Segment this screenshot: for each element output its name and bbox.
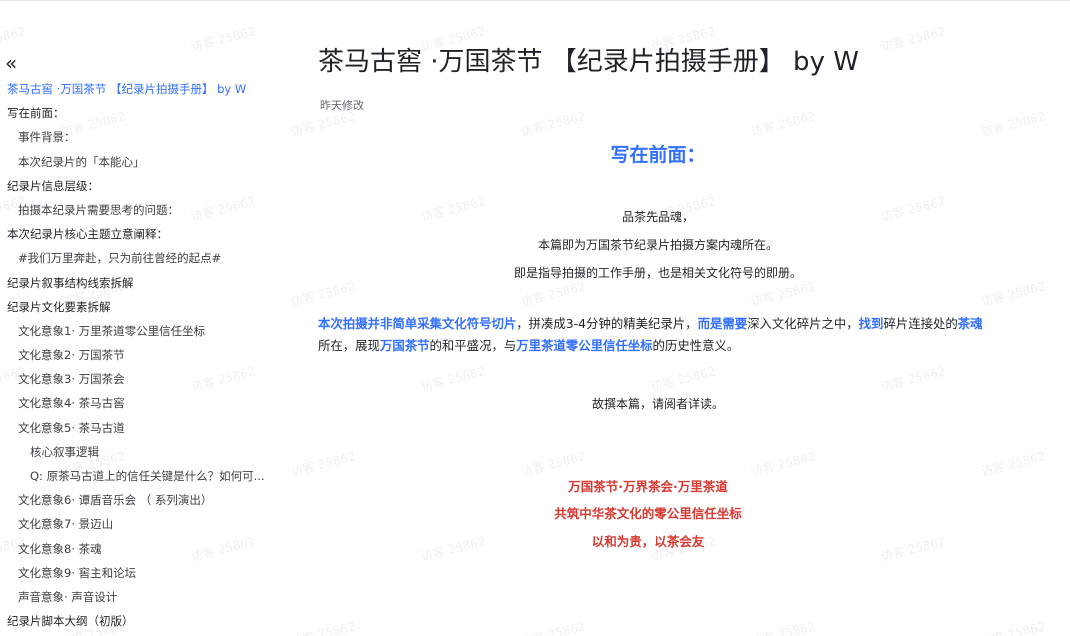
highlighted-text: 找到 — [858, 316, 884, 331]
outline-item[interactable]: Q: 原茶马古道上的信任关键是什么？如何可... — [0, 464, 280, 488]
outline-item[interactable]: 纪录片脚本大纲（初版） — [0, 609, 280, 633]
outline-item[interactable]: 本次纪录片的「本能心」 — [0, 150, 280, 174]
watermark-text: 访客 25862 — [749, 109, 817, 139]
watermark-text: 访客 25862 — [979, 279, 1047, 309]
watermark-text: 访客 25862 — [519, 109, 587, 139]
intro-line-2: 本篇即为万国茶节纪录片拍摄方案内魂所在。 — [537, 238, 778, 252]
outline-item[interactable]: 纪录片信息层级： — [0, 174, 280, 198]
watermark-text: 访客 25862 — [289, 279, 357, 309]
outline-item[interactable]: 纪录片叙事结构线索拆解 — [0, 271, 280, 295]
watermark-text: 访客 25862 — [519, 619, 587, 636]
outline-item[interactable]: #我们万里奔赴，只为前往曾经的起点# — [0, 246, 280, 270]
outline-item[interactable]: 拍摄本纪录片需要思考的问题： — [0, 198, 280, 222]
document-page: 访客 25862 访客 25862 访客 25862 访客 25862 访客 25862… — [0, 0, 1070, 636]
outline-item[interactable]: 事件背景： — [0, 125, 280, 149]
closing-line: 故撰本篇，请阅者详读。 — [591, 397, 724, 411]
highlighted-text: 本次拍摄并非简单采集文化符号切片 — [318, 316, 517, 331]
paragraph-text: 深入文化碎片之中， — [747, 316, 859, 331]
outline-item[interactable]: 茶马古窖 ·万国茶节 【纪录片拍摄手册】 by W — [0, 77, 280, 101]
outline-item[interactable]: 文化意象4· 茶马古窖 — [0, 391, 280, 415]
outline-item[interactable]: 文化意象8· 茶魂 — [0, 537, 280, 561]
outline-item[interactable]: 文化意象1· 万里茶道零公里信任坐标 — [0, 319, 280, 343]
slogan-line-1: 万国茶节·万界茶会·万里茶道 — [568, 479, 728, 494]
modified-time: 昨天修改 — [320, 99, 364, 112]
watermark-text: 访客 25862 — [879, 364, 947, 394]
paragraph-text: 所在，展现 — [318, 338, 380, 353]
watermark-text: 访客 25862 — [289, 449, 357, 479]
outline-item[interactable]: 文化意象3· 万国茶会 — [0, 367, 280, 391]
outline-item[interactable]: 文化意象6· 谭盾音乐会 （ 系列演出） — [0, 488, 280, 512]
watermark-text: 访客 25862 — [979, 619, 1047, 636]
watermark-text: 访客 25862 — [519, 449, 587, 479]
slogan-line-3: 以和为贵，以茶会友 — [591, 534, 705, 549]
outline-list: 茶马古窖 ·万国茶节 【纪录片拍摄手册】 by W 写在前面： 事件背景： 本次纪录片… — [0, 77, 280, 633]
watermark-text: 访客 25862 — [749, 449, 817, 479]
watermark-text: 访客 25862 — [749, 279, 817, 309]
paragraph-text: 的和平盛况，与 — [429, 338, 517, 353]
watermark-text: 访客 25862 — [419, 364, 487, 394]
outline-item[interactable]: 文化意象5· 茶马古道 — [0, 416, 280, 440]
outline-item[interactable]: 文化意象7· 景迈山 — [0, 512, 280, 536]
watermark-text: 访客 25862 — [649, 364, 717, 394]
slogan-line-2: 共筑中华茶文化的零公里信任坐标 — [554, 506, 742, 521]
collapse-sidebar-icon[interactable]: « — [5, 53, 17, 73]
watermark-text: 访客 25862 — [289, 619, 357, 636]
highlighted-text: 而是需要 — [697, 316, 748, 331]
outline-item[interactable]: 核心叙事逻辑 — [0, 440, 280, 464]
top-divider — [0, 0, 1070, 1]
watermark-text: 访客 25862 — [979, 449, 1047, 479]
section-heading: 写在前面： — [610, 144, 706, 166]
purpose-paragraph: 本次拍摄并非简单采集文化符号切片，拼凑成3-4分钟的精美纪录片，而是需要深入文化… — [318, 313, 988, 357]
outline-item[interactable]: 文化意象9· 窖主和论坛 — [0, 561, 280, 585]
outline-item[interactable]: 写在前面： — [0, 101, 280, 125]
outline-sidebar: « 茶马古窖 ·万国茶节 【纪录片拍摄手册】 by W 写在前面： 事件背景： 本次纪… — [0, 50, 280, 636]
paragraph-text: 碎片连接处的 — [883, 316, 958, 331]
highlighted-text: 万里茶道零公里信任坐标 — [516, 338, 653, 353]
outline-item[interactable]: 本次纪录片核心主题立意阐释： — [0, 222, 280, 246]
outline-item[interactable]: 文化意象2· 万国茶节 — [0, 343, 280, 367]
intro-line-3: 即是指导拍摄的工作手册，也是相关文化符号的即册。 — [513, 266, 802, 280]
paragraph-text: ，拼凑成3-4分钟的精美纪录片， — [516, 316, 698, 331]
paragraph-text: 的历史性意义。 — [652, 338, 740, 353]
intro-line-1: 品茶先品魂， — [621, 210, 694, 224]
highlighted-text: 万国茶节 — [379, 338, 430, 353]
watermark-text: 访客 25862 — [979, 109, 1047, 139]
watermark-text: 访客 25862 — [519, 279, 587, 309]
document-title: 茶马古窖 ·万国茶节 【纪录片拍摄手册】 by W — [318, 47, 859, 77]
highlighted-text: 茶魂 — [957, 316, 983, 331]
outline-item[interactable]: 声音意象· 声音设计 — [0, 585, 280, 609]
outline-item[interactable]: 纪录片文化要素拆解 — [0, 295, 280, 319]
watermark-text: 访客 25862 — [879, 24, 947, 54]
watermark-text: 访客 25862 — [749, 619, 817, 636]
